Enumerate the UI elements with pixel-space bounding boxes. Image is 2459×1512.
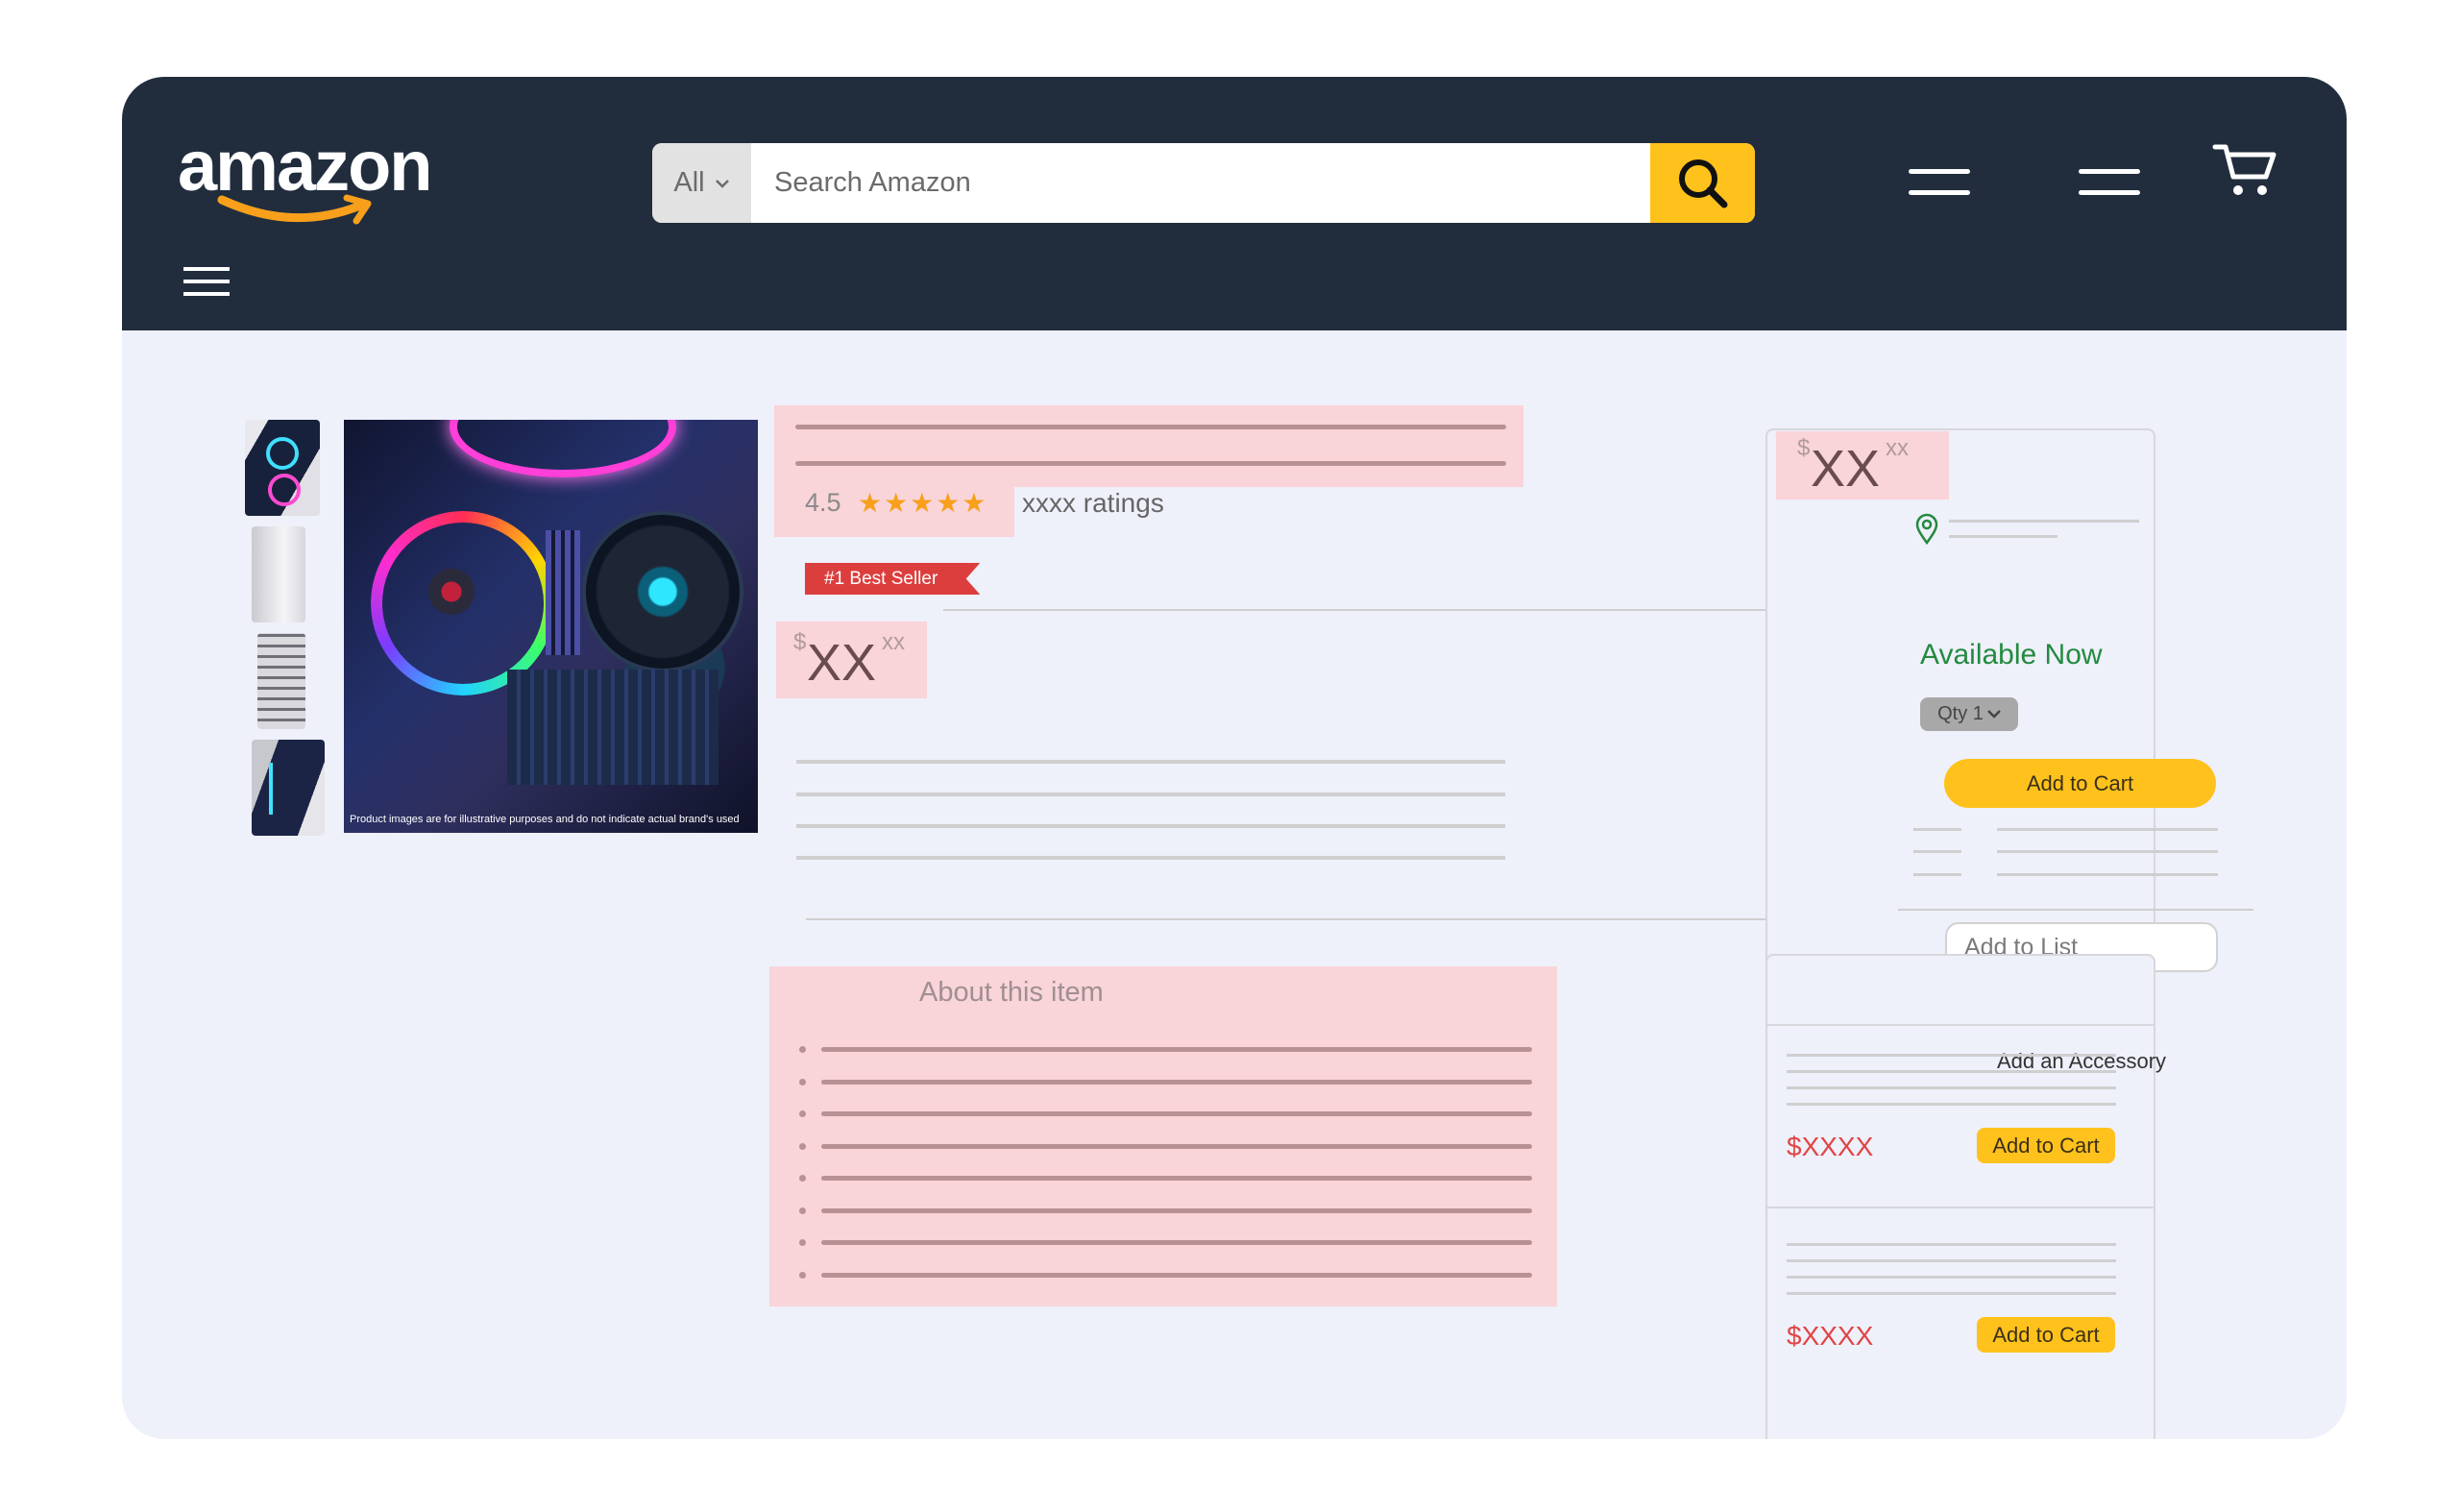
search-bar: All [652,143,1755,223]
amazon-smile-icon [217,194,372,225]
search-category-select[interactable]: All [652,143,751,223]
page-frame: amazon All Search Amazon Product images … [122,77,2347,1439]
buybox-price: $ XX xx [1776,431,1949,500]
ratings-count-link[interactable]: xxxx ratings [1022,488,1164,519]
bullet-dot [799,1239,806,1246]
detail-line [1913,828,1961,831]
accessory-line [1787,1243,2116,1246]
quantity-select[interactable]: Qty 1 [1920,697,2018,731]
location-pin-icon[interactable] [1914,513,1939,546]
chevron-down-icon [1987,710,2001,719]
bullet-line [821,1272,1532,1278]
price-fraction: xx [1886,435,1909,461]
menu-line [2079,169,2140,174]
description-line [796,824,1505,828]
about-this-item-title: About this item [919,977,1104,1008]
divider [1767,1024,2154,1026]
price-fraction: xx [882,629,905,655]
price-currency: $ [793,629,807,655]
menu-line [2079,190,2140,195]
description-line [796,793,1505,796]
search-button[interactable] [1650,143,1755,223]
bullet-dot [799,1271,806,1279]
delivery-line [1949,520,2139,523]
detail-line [1997,850,2218,853]
detail-line [1913,873,1961,876]
top-nav-bar: amazon All [122,77,2347,330]
product-title-placeholder [774,405,1523,487]
thumbnail-angle-view[interactable] [252,740,325,836]
product-price: $ XX xx [776,622,927,698]
accessory-line [1787,1259,2116,1262]
cpu-cooler [582,511,743,672]
detail-line [1913,850,1961,853]
star-rating-icon[interactable]: ★★★★★ [858,487,988,519]
orders-menu[interactable] [2079,169,2140,200]
divider [1767,1207,2154,1208]
delivery-line [1949,535,2057,538]
chevron-down-icon [715,179,729,188]
add-to-cart-button[interactable]: Add to Cart [1944,759,2216,808]
accessory-add-to-cart-button[interactable]: Add to Cart [1977,1317,2115,1353]
hamburger-menu-icon[interactable] [183,267,230,298]
bullet-line [821,1047,1532,1052]
availability-status: Available Now [1920,639,2103,671]
divider [1898,909,2253,911]
search-category-label: All [673,167,705,198]
thumbnail-rear-view[interactable] [257,633,305,729]
accessory-line [1787,1054,2116,1057]
accessory-price: $XXXX [1787,1132,1874,1161]
bullet-dot [799,1175,806,1182]
divider [806,918,1856,920]
bullet-dot [799,1110,806,1117]
accessory-line [1787,1086,2116,1089]
main-product-image[interactable]: Product images are for illustrative purp… [344,420,758,833]
fan-hub-left [428,569,475,615]
best-seller-badge[interactable]: #1 Best Seller [805,563,981,595]
detail-line [1997,873,2218,876]
divider [943,609,1856,611]
bullet-line [821,1079,1532,1085]
price-whole: XX [807,634,877,692]
rgb-fan-top [450,420,676,477]
motherboard [507,670,718,785]
rating-value: 4.5 [805,488,841,517]
search-icon [1678,159,1727,207]
bullet-line [821,1240,1532,1245]
bullet-line [821,1207,1532,1213]
thumbnail-front-view[interactable] [245,420,320,516]
menu-line [1909,169,1970,174]
accessory-card [1765,954,2155,1439]
accessory-add-to-cart-button[interactable]: Add to Cart [1977,1128,2115,1163]
bullet-dot [799,1046,806,1053]
image-disclaimer: Product images are for illustrative purp… [350,814,740,825]
accessory-price: $XXXX [1787,1321,1874,1351]
search-input[interactable] [751,143,1650,223]
price-currency: $ [1797,435,1811,461]
cart-icon[interactable] [2212,142,2279,198]
bullet-line [821,1176,1532,1181]
bullet-line [821,1143,1532,1149]
price-whole: XX [1811,440,1881,498]
accessory-line [1787,1292,2116,1295]
thumbnail-side-view[interactable] [252,526,305,622]
accessory-line [1787,1276,2116,1279]
bullet-dot [799,1142,806,1150]
quantity-label: Qty 1 [1937,703,1984,724]
accessory-line [1787,1070,2116,1073]
menu-line [1909,190,1970,195]
description-line [796,856,1505,860]
accessory-line [1787,1103,2116,1106]
detail-line [1997,828,2218,831]
bullet-dot [799,1207,806,1214]
bullet-line [821,1111,1532,1116]
bullet-dot [799,1078,806,1085]
description-line [796,760,1505,764]
about-this-item-section [769,966,1557,1306]
ram-sticks [546,530,580,655]
account-menu[interactable] [1909,169,1970,200]
